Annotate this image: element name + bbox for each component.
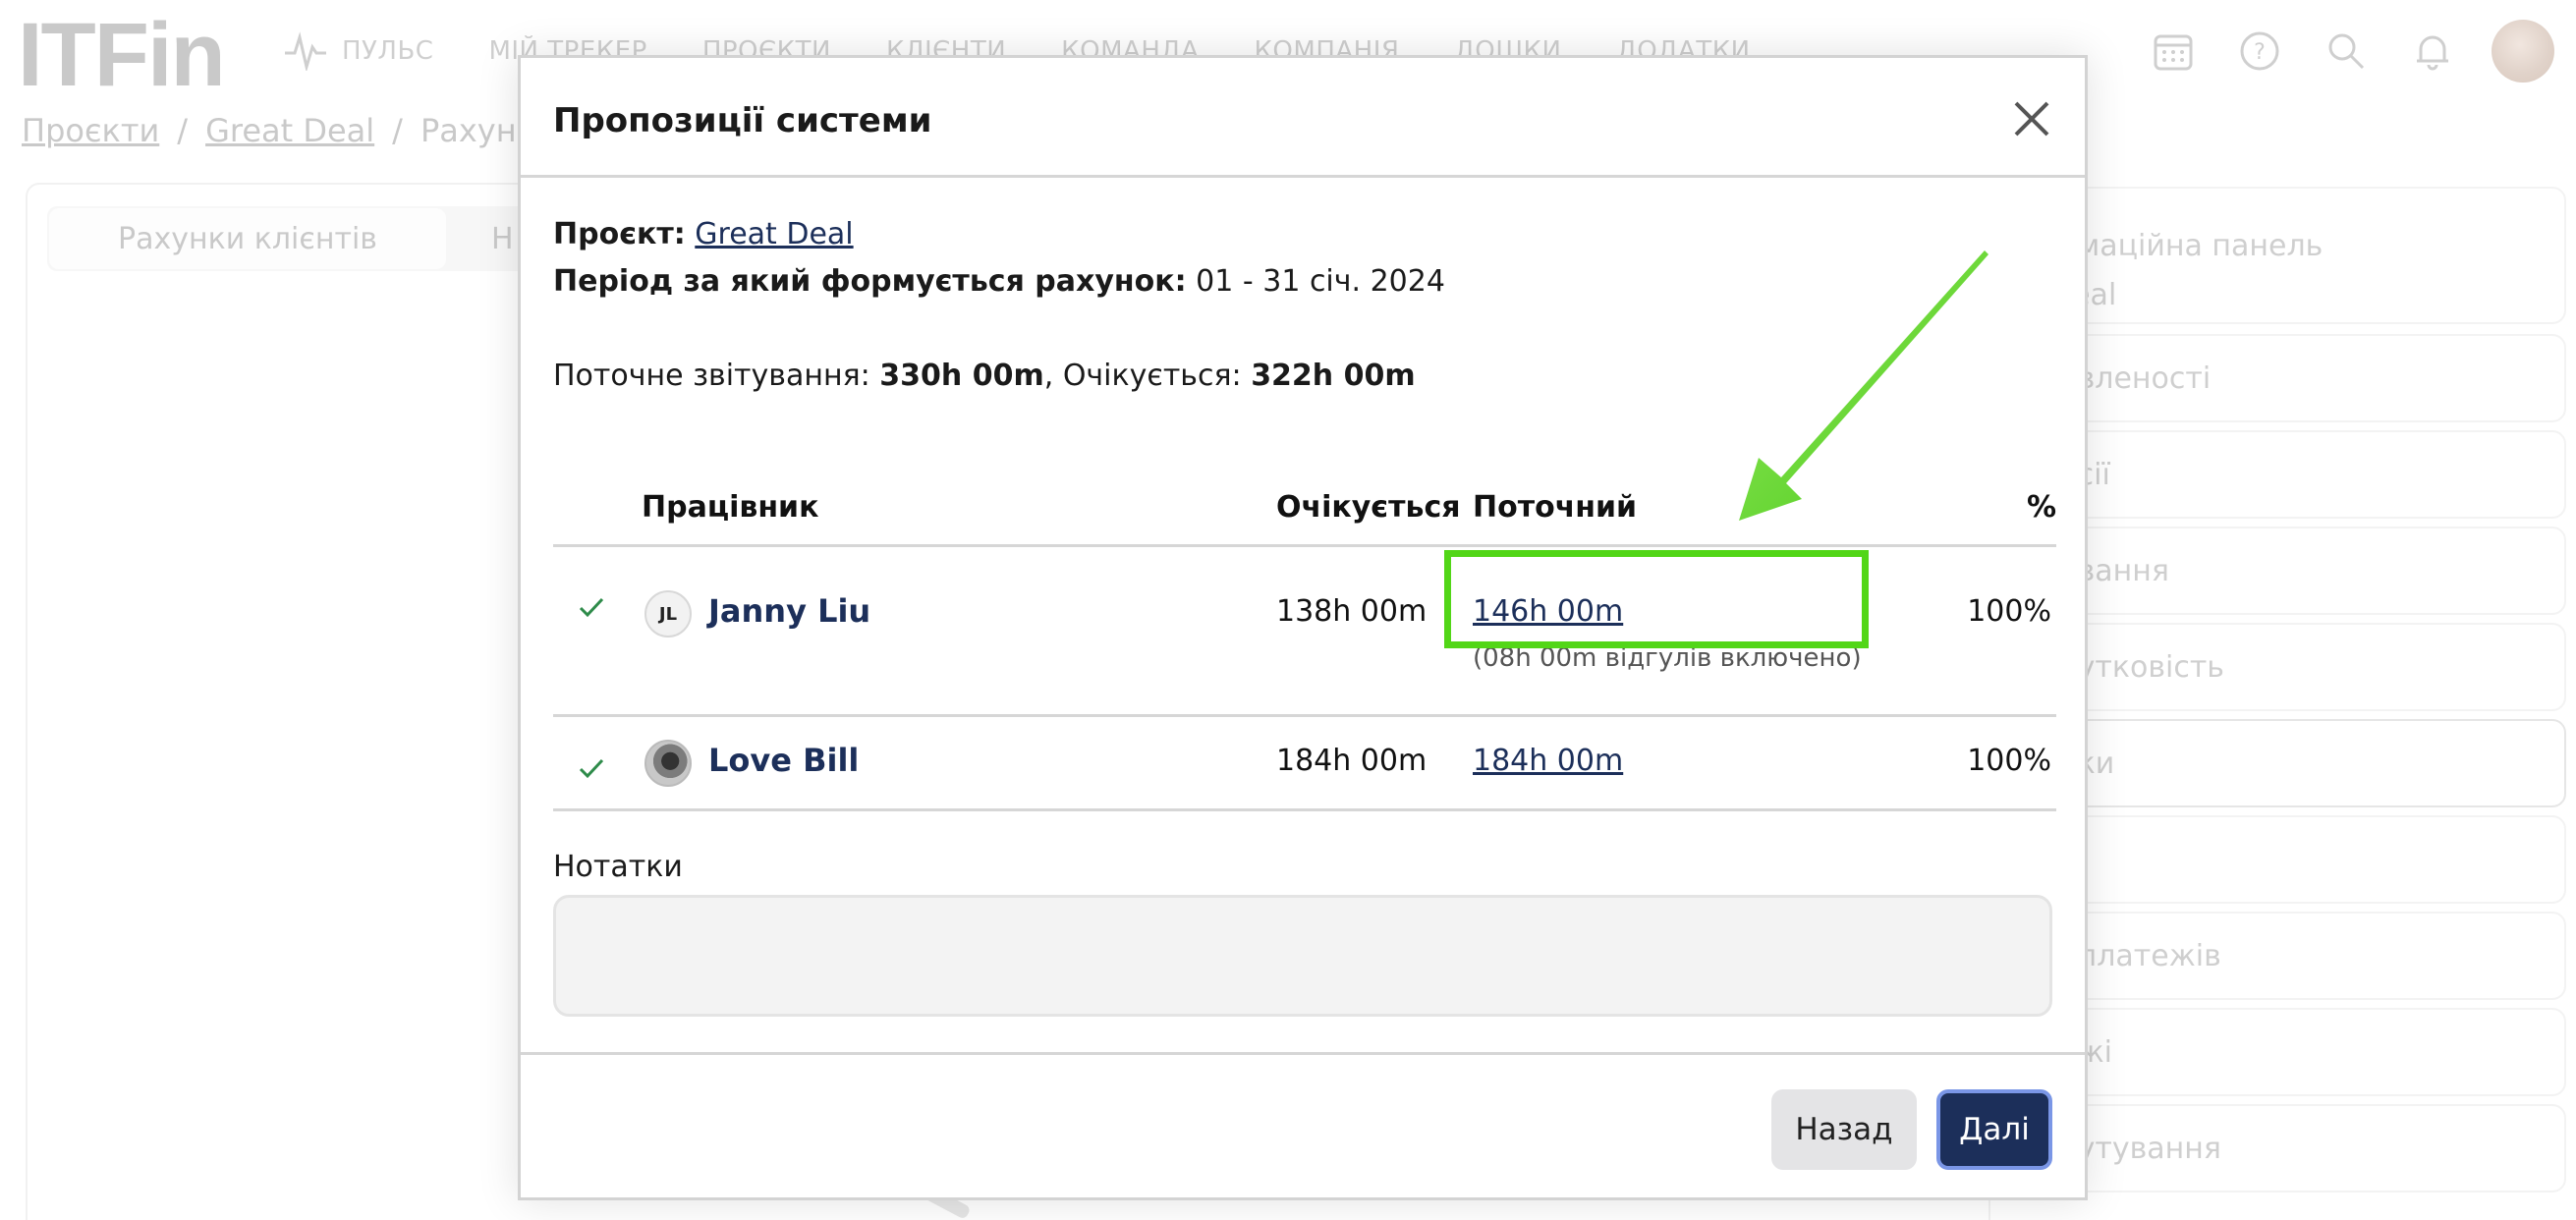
current-hours-link[interactable]: 184h 00m <box>1473 744 1623 778</box>
footer-divider <box>521 1052 2085 1055</box>
check-icon[interactable] <box>575 751 608 785</box>
notes-field[interactable] <box>553 895 2052 1017</box>
percent-value: 100% <box>1967 744 2051 778</box>
expected-label: Очікується: <box>1062 359 1242 393</box>
column-header-employee: Працівник <box>642 490 819 525</box>
pulse-icon <box>285 31 326 71</box>
nav-item-label: ПУЛЬС <box>342 36 434 66</box>
help-icon[interactable]: ? <box>2230 22 2289 81</box>
separator-comma: , <box>1043 359 1054 393</box>
column-header-expected: Очікується <box>1276 490 1461 525</box>
breadcrumb-separator: / <box>392 112 403 149</box>
bell-icon[interactable] <box>2403 22 2462 81</box>
search-icon[interactable] <box>2317 22 2376 81</box>
employee-name[interactable]: Love Bill <box>708 742 859 779</box>
project-link[interactable]: Great Deal <box>695 217 853 251</box>
expected-hours: 138h 00m <box>1276 594 1428 629</box>
table-bottom-divider <box>553 808 2056 811</box>
app-logo: ITFin <box>18 5 226 105</box>
column-header-percent: % <box>2027 490 2057 525</box>
check-icon[interactable] <box>575 590 608 624</box>
current-label: Поточне звітування: <box>553 359 870 393</box>
notes-label: Нотатки <box>553 850 683 884</box>
breadcrumb-project[interactable]: Great Deal <box>205 112 374 149</box>
avatar <box>644 740 692 787</box>
row-divider <box>553 714 2056 717</box>
expected-hours: 184h 00m <box>1276 744 1428 778</box>
reporting-summary: Поточне звітування: 330h 00m, Очікується… <box>553 359 1416 393</box>
avatar: JL <box>644 590 692 638</box>
percent-value: 100% <box>1967 594 2051 629</box>
user-avatar[interactable] <box>2492 20 2554 83</box>
breadcrumb-separator: / <box>177 112 189 149</box>
nav-item-pulse[interactable]: ПУЛЬС <box>283 31 433 71</box>
sidebar-item-label: ...маційна панель <box>2049 229 2324 263</box>
modal-title: Пропозиції системи <box>553 101 932 140</box>
tab-client-invoices[interactable]: Рахунки клієнтів <box>49 208 446 269</box>
expected-value: 322h 00m <box>1251 359 1416 393</box>
tab-secondary[interactable]: Н <box>491 208 514 269</box>
employee-name[interactable]: Janny Liu <box>708 592 870 630</box>
project-line: Проєкт: Great Deal <box>553 217 854 251</box>
close-icon[interactable] <box>2006 93 2057 144</box>
project-label: Проєкт: <box>553 217 686 251</box>
modal-header: Пропозиції системи <box>521 58 2085 178</box>
current-value: 330h 00m <box>879 359 1044 393</box>
next-button[interactable]: Далі <box>1936 1089 2052 1170</box>
calendar-icon[interactable] <box>2144 22 2203 81</box>
period-value: 01 - 31 січ. 2024 <box>1196 264 1445 299</box>
period-label: Період за який формується рахунок: <box>553 264 1187 299</box>
highlight-box <box>1444 550 1869 648</box>
top-icons: ? <box>2116 20 2576 83</box>
back-button[interactable]: Назад <box>1771 1089 1917 1170</box>
header-divider <box>553 544 2056 547</box>
svg-text:?: ? <box>2254 40 2266 65</box>
breadcrumb: Проєкти / Great Deal / Рахунки <box>22 112 556 149</box>
period-line: Період за який формується рахунок: 01 - … <box>553 264 1445 299</box>
breadcrumb-projects[interactable]: Проєкти <box>22 112 159 149</box>
column-header-current: Поточний <box>1473 490 1638 525</box>
